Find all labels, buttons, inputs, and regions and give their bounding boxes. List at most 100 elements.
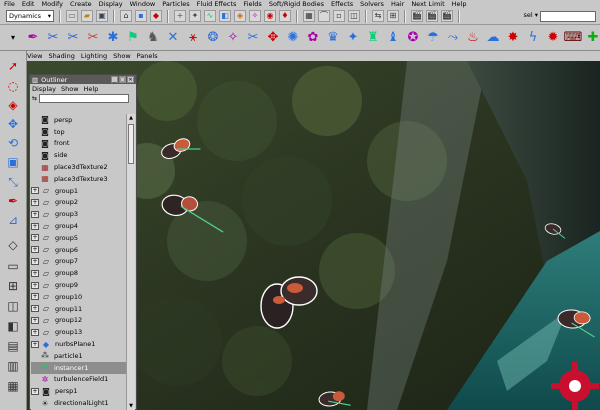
soft-body-icon[interactable]: ✂ [64,29,82,47]
scroll-thumb[interactable] [128,124,134,164]
menu-window[interactable]: Window [130,0,156,8]
expand-icon[interactable]: + [31,234,39,242]
outliner-item[interactable]: + ▱ group4 [31,220,127,232]
fire-icon[interactable]: ♨ [464,29,482,47]
glow-icon[interactable]: ✪ [404,29,422,47]
viewport-menu-view[interactable]: View [27,52,42,60]
rigid-body-icon[interactable]: ✂ [84,29,102,47]
outliner-item[interactable]: ⁂ particle1 [31,350,127,362]
outliner-item[interactable]: + ▱ group9 [31,279,127,291]
mask-dynamic-icon[interactable]: ✧ [249,10,261,22]
particle-tool-icon[interactable]: ☂ [424,29,442,47]
snap-curve-icon[interactable]: ⌒ [318,10,330,22]
gravity-icon[interactable]: ♛ [324,29,342,47]
uniform-icon[interactable]: ✥ [264,29,282,47]
selection-field-label[interactable]: sel ▾ [523,11,538,19]
expand-icon[interactable]: + [31,210,39,218]
snap-plane-icon[interactable]: ◫ [348,10,360,22]
drag-icon[interactable]: ✿ [304,29,322,47]
show-manip-icon[interactable]: ⊿ [3,211,23,229]
expand-icon[interactable]: + [31,305,39,313]
outliner-item[interactable]: ◙ side [31,149,127,161]
outliner-menu-show[interactable]: Show [61,85,79,93]
curve-flow-icon[interactable]: ⤳ [444,29,462,47]
scroll-up-icon[interactable]: ▲ [127,114,135,122]
new-scene-icon[interactable]: ▭ [66,10,78,22]
menu-solvers[interactable]: Solvers [360,0,384,8]
menu-display[interactable]: Display [99,0,123,8]
outliner-item[interactable]: + ▱ group6 [31,244,127,256]
outliner-item[interactable]: ◙ top [31,126,127,138]
snap-point-icon[interactable]: ▫ [333,10,345,22]
outliner-item[interactable]: + ▱ group11 [31,303,127,315]
four-view-icon[interactable]: ⊞ [3,277,23,295]
expand-icon[interactable]: + [31,246,39,254]
field-icon[interactable]: ✕ [164,29,182,47]
outliner-scrollbar[interactable]: ▲ ▼ [126,114,135,410]
menu-help[interactable]: Help [452,0,467,8]
outliner-item[interactable]: + ◙ persp1 [31,385,127,397]
spring-icon[interactable]: ✂ [44,29,62,47]
lasso-tool-icon[interactable]: ◌ [3,77,23,95]
emitter-icon[interactable]: ✱ [104,29,122,47]
mask-handle-icon[interactable]: + [174,10,186,22]
smoke-icon[interactable]: ☁ [484,29,502,47]
torch-icon[interactable]: ✒ [24,29,42,47]
outliner-search-field[interactable] [39,94,130,103]
viewport-menu-lighting[interactable]: Lighting [81,52,107,60]
expand-icon[interactable]: + [31,281,39,289]
single-view-icon[interactable]: ▭ [3,257,23,275]
render-icon[interactable]: 🎬 [411,10,423,22]
instancer-icon[interactable]: ♜ [364,29,382,47]
menu-soft-rigid-bodies[interactable]: Soft/Rigid Bodies [269,0,324,8]
menu-create[interactable]: Create [70,0,92,8]
outliner-menu-display[interactable]: Display [32,85,56,93]
goal-icon[interactable]: ⚑ [124,29,142,47]
outliner-item[interactable]: ✲ turbulenceField1 [31,374,127,386]
outliner-title-bar[interactable]: ▥ Outliner _ □ ✕ [30,75,136,84]
menu-next-limit[interactable]: Next Limit [411,0,444,8]
menu-edit[interactable]: Edit [22,0,35,8]
menu-modify[interactable]: Modify [41,0,63,8]
outliner-item[interactable]: + ▱ group1 [31,185,127,197]
manipulator-tool-icon[interactable]: ⤡ [3,173,23,191]
menu-set-dropdown[interactable]: Dynamics ▾ [6,10,54,22]
expand-icon[interactable]: + [31,198,39,206]
menu-hair[interactable]: Hair [391,0,404,8]
menu-fields[interactable]: Fields [243,0,261,8]
outliner-item[interactable]: ▦ place3dTexture3 [31,173,127,185]
history-icon[interactable]: ⊞ [387,10,399,22]
menu-fluid-effects[interactable]: Fluid Effects [197,0,237,8]
expand-icon[interactable]: + [31,187,39,195]
keyboard-icon[interactable]: ⌨ [564,29,583,47]
air-icon[interactable]: ✺ [284,29,302,47]
turbulence-icon[interactable]: ✧ [224,29,242,47]
radial-icon[interactable]: ❂ [204,29,222,47]
outliner-item[interactable]: ▦ place3dTexture2 [31,161,127,173]
ipr-render-icon[interactable]: 🎬 [426,10,438,22]
input-output-icon[interactable]: ⇆ [372,10,384,22]
outliner-item[interactable]: + ▱ group7 [31,256,127,268]
shatter-icon[interactable]: ✹ [544,29,562,47]
select-tool-icon[interactable]: ➚ [3,57,23,75]
expand-icon[interactable]: + [31,316,39,324]
vortex-icon[interactable]: ✂ [244,29,262,47]
outliner-item[interactable]: ◙ persp [31,114,127,126]
lightning-icon[interactable]: ϟ [524,29,542,47]
outliner-item[interactable]: + ▱ group3 [31,208,127,220]
minimize-icon[interactable]: _ [111,76,118,83]
mask-render-icon[interactable]: ◉ [264,10,276,22]
select-component-icon[interactable]: ◆ [150,10,162,22]
viewport-menu-shading[interactable]: Shading [48,52,74,60]
scale-tool-icon[interactable]: ▣ [3,153,23,171]
layout-icon[interactable]: ▦ [3,377,23,395]
outliner-item[interactable]: + ▱ group8 [31,267,127,279]
last-tool-icon[interactable]: ◇ [3,236,23,254]
mask-surface-icon[interactable]: ◧ [219,10,231,22]
mask-misc-icon[interactable]: ♦ [279,10,291,22]
outliner-menu-help[interactable]: Help [84,85,99,93]
paint-tool-icon[interactable]: ◈ [3,96,23,114]
quick-selection-field[interactable] [540,11,596,22]
hypergraph-icon[interactable]: ▤ [3,337,23,355]
filter-arrows-icon[interactable]: ⇆ [32,95,37,102]
